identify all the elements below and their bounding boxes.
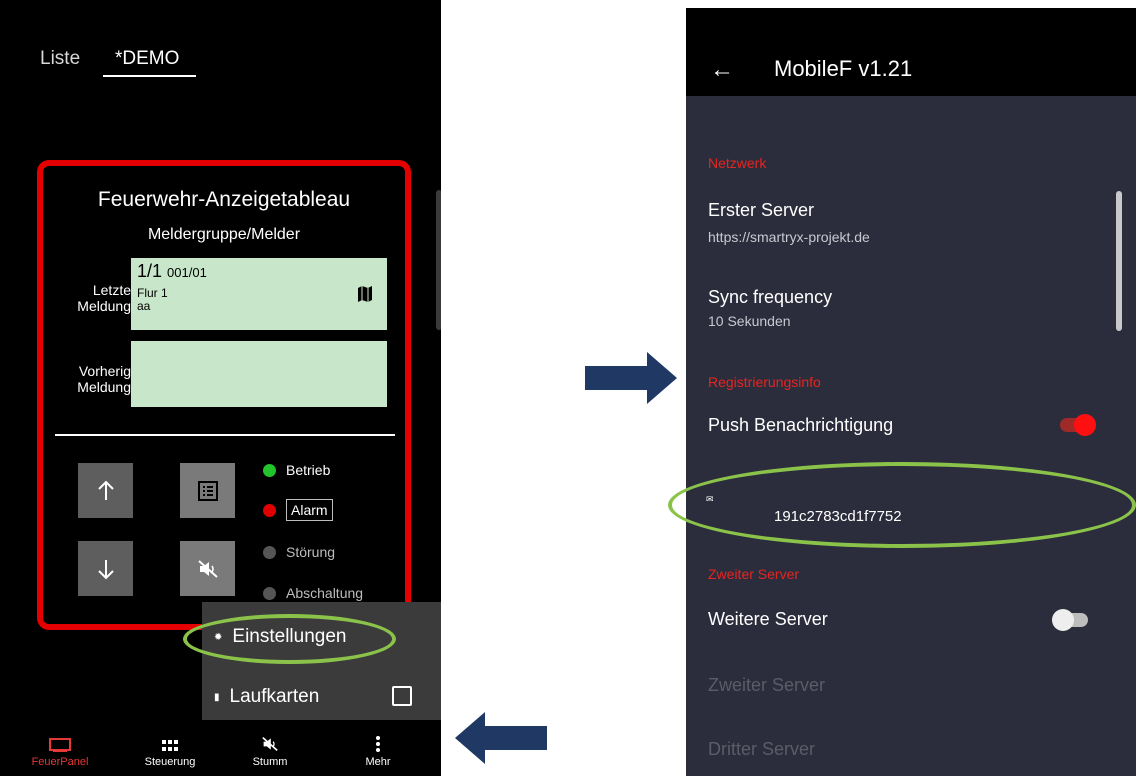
status-dot-green (263, 463, 276, 477)
nav-feuerpanel-label: FeuerPanel (31, 756, 89, 768)
more-vertical-icon (323, 720, 433, 752)
last-label-line1: Letzte (92, 282, 131, 298)
status-stoerung: Störung (263, 544, 335, 560)
scrollbar[interactable] (1116, 191, 1122, 331)
menu-item-laufkarten[interactable]: ▮ Laufkarten (214, 686, 319, 708)
map-icon[interactable] (357, 285, 373, 303)
category-netzwerk: Netzwerk (708, 155, 767, 171)
prev-label-line2: Meldung (77, 379, 131, 395)
setting-zweiter-server: Zweiter Server (708, 675, 826, 695)
group-id: 1/1 (137, 261, 163, 281)
detector-id: 001/01 (167, 265, 207, 280)
app-title: MobileF v1.21 (774, 56, 913, 81)
last-label-line2: Meldung (77, 298, 131, 314)
last-message-location: Flur 1 aa (137, 287, 168, 313)
highlight-ring-einstellungen (183, 614, 396, 664)
nav-steuerung-label: Steuerung (144, 756, 196, 768)
nav-stumm-label: Stumm (252, 756, 288, 768)
nav-steuerung[interactable]: Steuerung (115, 720, 225, 768)
setting-dritter-server: Dritter Server (708, 739, 816, 759)
status-stoerung-label: Störung (286, 544, 336, 560)
setting-sync-frequency-value: 10 Sekunden (708, 313, 791, 329)
status-abschaltung: Abschaltung (263, 585, 363, 601)
panel-divider (55, 434, 395, 436)
panel-subtitle: Meldergruppe/Melder (147, 226, 301, 243)
setting-push[interactable]: Push Benachrichtigung (708, 415, 893, 436)
setting-erster-server-value: https://smartryx-projekt.de (708, 229, 870, 245)
last-message-id: 1/1 001/01 (137, 261, 207, 282)
status-dot-red (263, 503, 276, 517)
toggle-knob (1074, 414, 1096, 436)
status-dot-gray (263, 545, 276, 559)
status-alarm-label: Alarm (286, 499, 333, 521)
left-phone-screen: Liste *DEMO Feuerwehr-Anzeigetableau Mel… (0, 0, 441, 776)
last-message-label: Letzte Meldung (49, 282, 131, 314)
status-abschaltung-label: Abschaltung (286, 585, 364, 601)
list-icon (197, 480, 218, 501)
status-dot-gray (263, 586, 276, 600)
previous-message-label: Vorherig Meldung (49, 363, 131, 395)
nav-mehr[interactable]: Mehr (323, 720, 433, 768)
mute-icon (215, 720, 325, 752)
scroll-up-button[interactable] (78, 463, 133, 518)
status-betrieb-label: Betrieb (286, 462, 331, 478)
back-arrow-icon[interactable]: ← (710, 56, 734, 84)
app-bar: ← MobileF v1.21 (686, 8, 1136, 96)
push-toggle[interactable] (1060, 414, 1096, 436)
panel-icon (5, 720, 115, 752)
arrow-up-icon (97, 480, 114, 500)
menu-laufkarten-label: Laufkarten (229, 686, 320, 707)
fire-panel: Feuerwehr-Anzeigetableau Meldergruppe/Me… (37, 160, 411, 630)
previous-message-box[interactable] (131, 341, 387, 407)
panel-title: Feuerwehr-Anzeigetableau (97, 188, 351, 211)
highlight-ring-registration (668, 462, 1136, 548)
map-icon: ▮ (214, 691, 220, 703)
nav-mehr-label: Mehr (365, 756, 391, 768)
location-line2: aa (137, 299, 151, 313)
list-button[interactable] (180, 463, 235, 518)
right-phone-screen: ← MobileF v1.21 Netzwerk Erster Server h… (686, 8, 1136, 776)
tab-liste[interactable]: Liste (40, 48, 80, 70)
mute-button[interactable] (180, 541, 235, 596)
mute-icon (197, 559, 218, 578)
setting-sync-frequency[interactable]: Sync frequency (708, 287, 832, 308)
category-registrierungsinfo: Registrierungsinfo (708, 374, 821, 390)
bottom-navigation: FeuerPanel Steuerung Stumm Mehr (0, 720, 441, 776)
scrollbar[interactable] (436, 190, 441, 330)
arrow-left-icon (455, 712, 547, 764)
tab-demo[interactable]: *DEMO (115, 48, 179, 70)
status-betrieb: Betrieb (263, 462, 330, 478)
arrow-down-icon (97, 559, 114, 579)
arrow-right-icon (585, 352, 677, 404)
prev-label-line1: Vorherig (78, 363, 131, 379)
grid-icon (115, 720, 225, 752)
scroll-down-button[interactable] (78, 541, 133, 596)
laufkarten-checkbox[interactable] (392, 686, 412, 706)
tab-indicator (103, 75, 196, 77)
last-message-box[interactable]: 1/1 001/01 Flur 1 aa (131, 258, 387, 330)
status-alarm: Alarm (263, 499, 333, 521)
toggle-knob (1052, 609, 1074, 631)
setting-weitere-server[interactable]: Weitere Server (708, 609, 828, 630)
weitere-server-toggle[interactable] (1052, 609, 1088, 631)
category-zweiter-server: Zweiter Server (708, 566, 800, 582)
nav-stumm[interactable]: Stumm (215, 720, 325, 768)
setting-erster-server[interactable]: Erster Server (708, 200, 814, 221)
nav-feuerpanel[interactable]: FeuerPanel (5, 720, 115, 768)
